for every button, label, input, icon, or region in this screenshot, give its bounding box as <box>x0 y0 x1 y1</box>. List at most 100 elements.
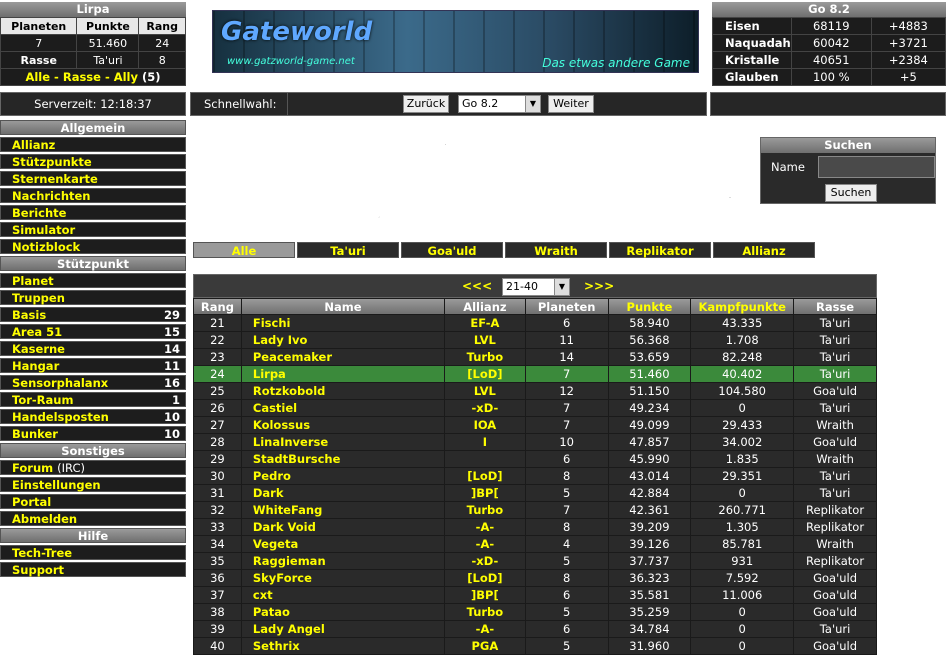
sidebar-item-abmelden[interactable]: Abmelden <box>0 511 186 526</box>
alliance-link[interactable]: ]BP[ <box>445 485 525 501</box>
alliance-link[interactable]: I <box>445 434 525 450</box>
sidebar-item-label[interactable]: Sensorphalanx <box>12 376 108 390</box>
alliance-link[interactable] <box>445 451 525 467</box>
sidebar-item-label[interactable]: Bunker <box>12 427 58 441</box>
prev-page-link[interactable]: <<< <box>462 279 492 293</box>
alliance-link[interactable]: ]BP[ <box>445 587 525 603</box>
player-name-link[interactable]: StadtBursche <box>241 451 445 467</box>
alliance-link[interactable]: -xD- <box>445 553 525 569</box>
sidebar-item-label[interactable]: Einstellungen <box>12 478 101 492</box>
column-header-kampfpunkte[interactable]: Kampfpunkte <box>691 299 794 314</box>
sidebar-item-label[interactable]: Basis <box>12 308 46 322</box>
sidebar-item-label[interactable]: Tech-Tree <box>12 546 72 560</box>
player-name-link[interactable]: Rotzkobold <box>241 383 445 399</box>
chevron-down-icon[interactable]: ▼ <box>554 279 569 295</box>
alliance-link[interactable]: EF-A <box>445 315 525 331</box>
sidebar-item-nachrichten[interactable]: Nachrichten <box>0 188 186 203</box>
player-name-link[interactable]: Sethrix <box>241 638 445 654</box>
sidebar-item-label[interactable]: Stützpunkte <box>12 155 92 169</box>
sidebar-item-label[interactable]: Allianz <box>12 138 55 152</box>
player-name-link[interactable]: SkyForce <box>241 570 445 586</box>
sidebar-item-handelsposten[interactable]: Handelsposten 10 <box>0 409 186 424</box>
sidebar-item-label[interactable]: Hangar <box>12 359 59 373</box>
player-name-link[interactable]: Dark Void <box>241 519 445 535</box>
forum-link[interactable]: Forum <box>12 461 53 475</box>
player-name-link[interactable]: Dark <box>241 485 445 501</box>
alliance-link[interactable]: LVL <box>445 383 525 399</box>
player-name-link[interactable]: Kolossus <box>241 417 445 433</box>
sidebar-item-forum[interactable]: Forum (IRC) <box>0 460 186 475</box>
sidebar-item-label[interactable]: Berichte <box>12 206 66 220</box>
sidebar-item-label[interactable]: Sternenkarte <box>12 172 98 186</box>
chat-links-label[interactable]: Alle - Rasse - Ally <box>25 70 138 84</box>
player-name-link[interactable]: LinaInverse <box>241 434 445 450</box>
sidebar-item-label[interactable]: Nachrichten <box>12 189 91 203</box>
sidebar-item-allianz[interactable]: Allianz <box>0 137 186 152</box>
sidebar-item-label[interactable]: Support <box>12 563 64 577</box>
chevron-down-icon[interactable]: ▼ <box>525 96 540 112</box>
sidebar-item-label[interactable]: Abmelden <box>12 512 77 526</box>
alliance-link[interactable]: [LoD] <box>445 366 525 382</box>
tab-alle[interactable]: Alle <box>193 242 295 258</box>
sidebar-item-label[interactable]: Area 51 <box>12 325 62 339</box>
column-header-allianz[interactable]: Allianz <box>445 299 525 314</box>
sidebar-item-label[interactable]: Handelsposten <box>12 410 109 424</box>
alliance-link[interactable]: Turbo <box>445 604 525 620</box>
player-name-link[interactable]: Patao <box>241 604 445 620</box>
sidebar-item-planet[interactable]: Planet <box>0 273 186 288</box>
sidebar-item-area-51[interactable]: Area 51 15 <box>0 324 186 339</box>
sidebar-item-portal[interactable]: Portal <box>0 494 186 509</box>
player-name-link[interactable]: Lirpa <box>241 366 445 382</box>
sidebar-item-tech-tree[interactable]: Tech-Tree <box>0 545 186 560</box>
player-name-link[interactable]: Fischi <box>241 315 445 331</box>
game-banner[interactable]: Gateworld www.gatzworld-game.net Das etw… <box>212 10 699 73</box>
player-name-link[interactable]: cxt <box>241 587 445 603</box>
player-name-link[interactable]: Castiel <box>241 400 445 416</box>
range-select[interactable]: 21-40 ▼ <box>502 278 570 296</box>
alliance-link[interactable]: Turbo <box>445 502 525 518</box>
player-name-link[interactable]: Peacemaker <box>241 349 445 365</box>
sidebar-item-label[interactable]: Portal <box>12 495 51 509</box>
irc-link[interactable]: (IRC) <box>57 461 85 475</box>
sidebar-item-bunker[interactable]: Bunker 10 <box>0 426 186 441</box>
sidebar-item-sensorphalanx[interactable]: Sensorphalanx 16 <box>0 375 186 390</box>
sidebar-item-label[interactable]: Tor-Raum <box>12 393 73 407</box>
alliance-link[interactable]: LVL <box>445 332 525 348</box>
tab-ta-uri[interactable]: Ta'uri <box>297 242 399 258</box>
sidebar-item-berichte[interactable]: Berichte <box>0 205 186 220</box>
alliance-link[interactable]: PGA <box>445 638 525 654</box>
column-header-punkte[interactable]: Punkte <box>608 299 691 314</box>
tab-goa-uld[interactable]: Goa'uld <box>401 242 503 258</box>
column-header-rang[interactable]: Rang <box>194 299 241 314</box>
alliance-link[interactable]: [LoD] <box>445 570 525 586</box>
chat-links[interactable]: Alle - Rasse - Ally (5) <box>0 69 186 86</box>
column-header-planeten[interactable]: Planeten <box>525 299 608 314</box>
sidebar-item-truppen[interactable]: Truppen <box>0 290 186 305</box>
column-header-name[interactable]: Name <box>241 299 445 314</box>
sidebar-item-simulator[interactable]: Simulator <box>0 222 186 237</box>
alliance-link[interactable]: -A- <box>445 621 525 637</box>
sidebar-item-st-tzpunkte[interactable]: Stützpunkte <box>0 154 186 169</box>
alliance-link[interactable]: -A- <box>445 536 525 552</box>
sidebar-item-label[interactable]: Kaserne <box>12 342 65 356</box>
alliance-link[interactable]: -xD- <box>445 400 525 416</box>
sidebar-item-kaserne[interactable]: Kaserne 14 <box>0 341 186 356</box>
column-header-rasse[interactable]: Rasse <box>794 299 876 314</box>
sidebar-item-support[interactable]: Support <box>0 562 186 577</box>
next-page-link[interactable]: >>> <box>584 279 614 293</box>
search-button[interactable]: Suchen <box>825 184 877 202</box>
sidebar-item-basis[interactable]: Basis 29 <box>0 307 186 322</box>
sidebar-item-label[interactable]: Simulator <box>12 223 75 237</box>
player-name-link[interactable]: Raggieman <box>241 553 445 569</box>
sidebar-item-hangar[interactable]: Hangar 11 <box>0 358 186 373</box>
player-name-link[interactable]: Vegeta <box>241 536 445 552</box>
alliance-link[interactable]: -A- <box>445 519 525 535</box>
player-name-link[interactable]: Lady Angel <box>241 621 445 637</box>
sidebar-item-sternenkarte[interactable]: Sternenkarte <box>0 171 186 186</box>
back-button[interactable]: Zurück <box>403 95 449 113</box>
sidebar-item-label[interactable]: Planet <box>12 274 54 288</box>
tab-allianz[interactable]: Allianz <box>713 242 815 258</box>
sidebar-item-label[interactable]: Truppen <box>12 291 65 305</box>
sidebar-item-tor-raum[interactable]: Tor-Raum 1 <box>0 392 186 407</box>
next-button[interactable]: Weiter <box>548 95 594 113</box>
